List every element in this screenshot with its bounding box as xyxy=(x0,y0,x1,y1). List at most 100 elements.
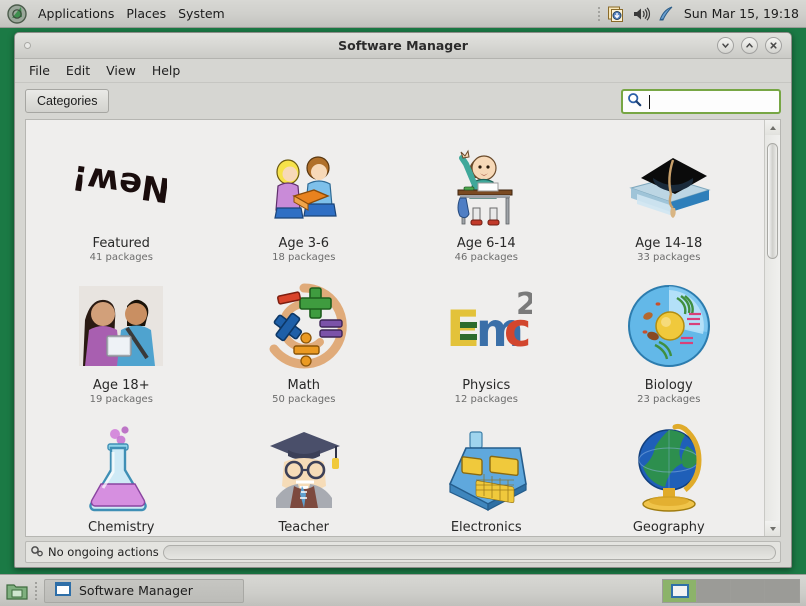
window-titlebar[interactable]: Software Manager xyxy=(15,33,791,59)
status-text: No ongoing actions xyxy=(48,545,159,559)
category-tile[interactable]: Electronics xyxy=(395,416,578,536)
desktop: Applications Places System Sun Mar 15, 1… xyxy=(0,0,806,606)
category-label: Age 18+ xyxy=(92,378,150,393)
category-grid-scroll: New! Featured 41 packages Age 3-6 18 package… xyxy=(26,120,764,536)
category-label: Physics xyxy=(462,378,511,393)
workspace-window-thumbnail xyxy=(671,583,689,598)
category-label: Chemistry xyxy=(88,520,155,535)
triangle-up-icon[interactable] xyxy=(765,120,780,135)
scrollbar-track[interactable] xyxy=(765,135,780,521)
pupil-at-desk-icon xyxy=(438,136,534,232)
task-label: Software Manager xyxy=(79,583,193,598)
panel-menu-places[interactable]: Places xyxy=(120,3,172,25)
triangle-down-icon[interactable] xyxy=(765,521,780,536)
statusbar: No ongoing actions xyxy=(15,537,791,567)
workspace-switcher[interactable] xyxy=(662,578,800,603)
panel-menu-applications[interactable]: Applications xyxy=(32,3,120,25)
scrollbar-thumb[interactable] xyxy=(767,143,778,259)
panel-menu-system[interactable]: System xyxy=(172,3,231,25)
category-tile[interactable]: Age 3-6 18 packages xyxy=(213,132,396,268)
text-caret xyxy=(649,94,650,109)
window-menu-dot[interactable] xyxy=(24,42,31,49)
software-manager-window: Software Manager File Edit View Help Cat… xyxy=(14,32,792,568)
math-symbols-icon xyxy=(256,278,352,374)
category-label: Electronics xyxy=(450,520,522,535)
taskbar: Software Manager xyxy=(0,574,806,606)
professor-icon xyxy=(256,420,352,516)
emc2-icon: Emc2 xyxy=(438,278,534,374)
pen-tablet-icon[interactable] xyxy=(656,4,676,24)
system-tray: Sun Mar 15, 19:18 xyxy=(596,0,806,27)
category-tile[interactable]: New! Featured 41 packages xyxy=(30,132,213,268)
progress-bar xyxy=(162,544,776,560)
top-panel: Applications Places System Sun Mar 15, 1… xyxy=(0,0,806,28)
category-grid: New! Featured 41 packages Age 3-6 18 package… xyxy=(26,120,764,536)
category-package-count: 41 packages xyxy=(89,252,153,263)
category-tile[interactable]: Age 18+ 19 packages xyxy=(30,274,213,410)
category-package-count: 50 packages xyxy=(272,394,336,405)
new-badge-icon: New! xyxy=(73,136,169,232)
category-tile[interactable]: Emc2 Physics12 packages xyxy=(395,274,578,410)
workspace-2[interactable] xyxy=(697,579,731,602)
flask-icon xyxy=(73,420,169,516)
vertical-scrollbar[interactable] xyxy=(764,120,780,536)
workspace-1[interactable] xyxy=(663,579,697,602)
workspace-4[interactable] xyxy=(765,579,799,602)
maximize-button[interactable] xyxy=(741,37,758,54)
category-tile[interactable]: Geography xyxy=(578,416,761,536)
task-button-software-manager[interactable]: Software Manager xyxy=(44,578,244,603)
category-label: Age 14-18 xyxy=(635,236,703,251)
category-package-count: 23 packages xyxy=(637,394,701,405)
category-tile[interactable]: Biology 23 packages xyxy=(578,274,761,410)
category-label: Age 6-14 xyxy=(456,236,516,251)
menubar: File Edit View Help xyxy=(15,59,791,83)
status-inner: No ongoing actions xyxy=(25,541,781,563)
category-label: Age 3-6 xyxy=(278,236,329,251)
search-box[interactable] xyxy=(621,88,791,114)
students-tablet-icon xyxy=(73,278,169,374)
category-package-count: 18 packages xyxy=(272,252,336,263)
cell-icon xyxy=(621,278,717,374)
graduation-cap-book-icon xyxy=(621,136,717,232)
clock[interactable]: Sun Mar 15, 19:18 xyxy=(681,6,799,21)
category-tile[interactable]: Chemistry xyxy=(30,416,213,536)
update-manager-icon[interactable] xyxy=(606,4,626,24)
show-desktop-icon[interactable] xyxy=(5,580,29,602)
gnome-foot-icon[interactable] xyxy=(6,3,28,25)
panel-menu-group: Applications Places System xyxy=(0,0,231,27)
magnifier-icon xyxy=(627,92,642,111)
category-label: Math xyxy=(287,378,321,393)
minimize-button[interactable] xyxy=(717,37,734,54)
category-tile[interactable]: Age 14-18 33 packages xyxy=(578,132,761,268)
category-list-area: New! Featured 41 packages Age 3-6 18 package… xyxy=(25,119,781,537)
toolbar: Categories xyxy=(15,83,791,119)
category-label: Geography xyxy=(632,520,705,535)
category-tile[interactable]: Teacher xyxy=(213,416,396,536)
menu-file[interactable]: File xyxy=(21,60,58,82)
category-package-count: 46 packages xyxy=(454,252,518,263)
window-title: Software Manager xyxy=(338,38,468,53)
category-tile[interactable]: Age 6-14 46 packages xyxy=(395,132,578,268)
menu-edit[interactable]: Edit xyxy=(58,60,98,82)
taskbar-grip[interactable] xyxy=(34,580,39,601)
close-button[interactable] xyxy=(765,37,782,54)
search-input[interactable] xyxy=(642,90,791,112)
category-label: Featured xyxy=(92,236,150,251)
categories-button[interactable]: Categories xyxy=(25,89,110,113)
menu-help[interactable]: Help xyxy=(144,60,189,82)
category-tile[interactable]: Math 50 packages xyxy=(213,274,396,410)
volume-speaker-icon[interactable] xyxy=(631,4,651,24)
svg-text:2: 2 xyxy=(516,287,532,322)
electronics-device-icon xyxy=(438,420,534,516)
tray-grip xyxy=(596,5,601,22)
category-package-count: 19 packages xyxy=(89,394,153,405)
window-controls xyxy=(717,37,791,54)
category-label: Biology xyxy=(644,378,693,393)
category-package-count: 33 packages xyxy=(637,252,701,263)
children-reading-icon xyxy=(256,136,352,232)
workspace-3[interactable] xyxy=(731,579,765,602)
globe-icon xyxy=(621,420,717,516)
menu-view[interactable]: View xyxy=(98,60,144,82)
gears-icon xyxy=(30,543,44,562)
category-label: Teacher xyxy=(278,520,329,535)
